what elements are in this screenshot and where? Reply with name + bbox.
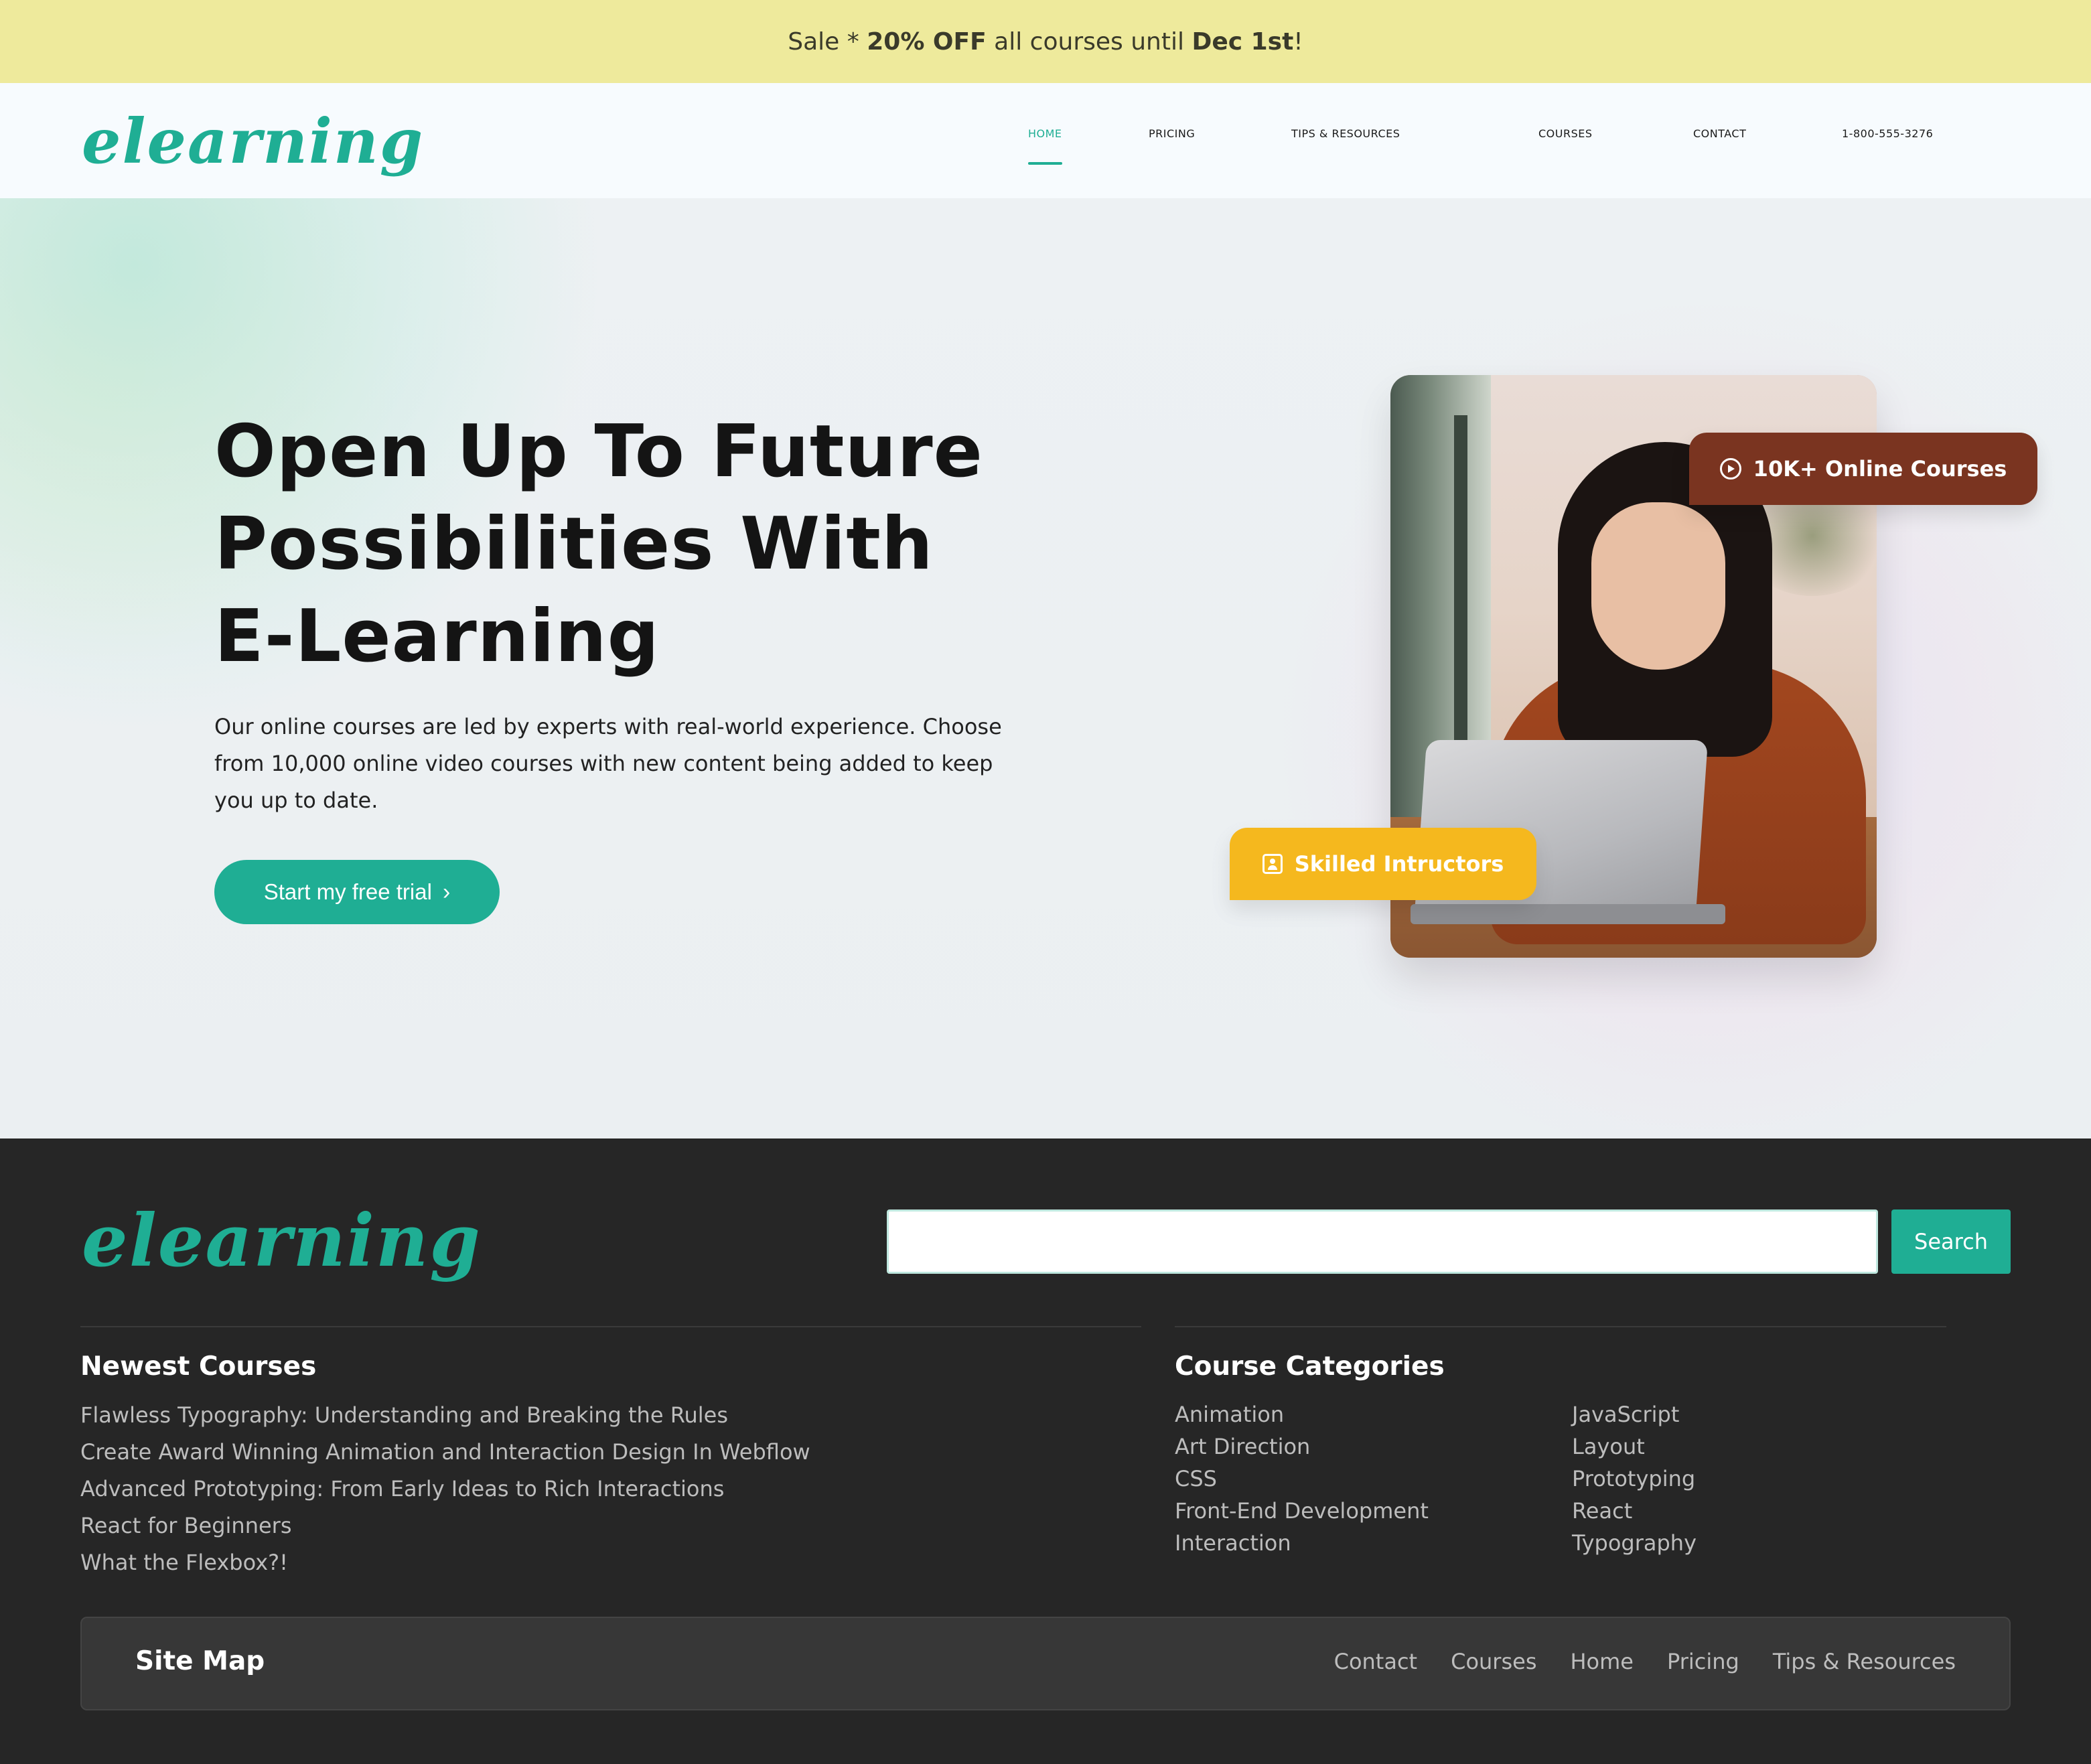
site-map-links: Contact Courses Home Pricing Tips & Reso…: [1334, 1649, 1956, 1674]
category-link[interactable]: JavaScript: [1572, 1398, 1697, 1430]
nav-tips-resources[interactable]: TIPS & RESOURCES: [1291, 127, 1400, 140]
online-courses-badge: 10K+ Online Courses: [1689, 433, 2037, 505]
start-free-trial-button[interactable]: Start my free trial ›: [214, 860, 500, 924]
course-link[interactable]: What the Flexbox?!: [80, 1544, 810, 1581]
site-footer: elearning Search Newest Courses Flawless…: [0, 1138, 2091, 1764]
hero-section: Open Up To Future Possibilities With E-L…: [0, 198, 2091, 1138]
banner-middle: all courses until: [994, 27, 1184, 56]
search-button[interactable]: Search: [1891, 1209, 2011, 1274]
header-logo[interactable]: elearning: [82, 104, 424, 178]
categories-list: JavaScript Layout Prototyping React Typo…: [1572, 1398, 1697, 1559]
search-input[interactable]: [887, 1209, 1878, 1274]
nav-contact[interactable]: CONTACT: [1693, 127, 1746, 140]
site-header: elearning HOME PRICING TIPS & RESOURCES …: [0, 83, 2091, 198]
photo-laptop-base: [1411, 904, 1725, 924]
banner-discount: 20% OFF: [867, 27, 987, 56]
nav-home-label: HOME: [1028, 127, 1062, 140]
sitemap-link-home[interactable]: Home: [1570, 1649, 1634, 1674]
nav-active-underline: [1028, 162, 1062, 165]
category-link[interactable]: Animation: [1175, 1398, 1429, 1430]
categories-list: Animation Art Direction CSS Front-End De…: [1175, 1398, 1429, 1559]
photo-window-frame: [1454, 415, 1467, 790]
hero-title: Open Up To Future Possibilities With E-L…: [214, 406, 1018, 683]
hero-title-line: E-Learning: [214, 595, 660, 678]
site-map-title: Site Map: [135, 1646, 265, 1676]
category-link[interactable]: CSS: [1175, 1463, 1429, 1495]
category-link[interactable]: React: [1572, 1495, 1697, 1527]
nav-home[interactable]: HOME: [1028, 127, 1062, 165]
category-link[interactable]: Art Direction: [1175, 1430, 1429, 1463]
newest-courses-list: Flawless Typography: Understanding and B…: [80, 1397, 810, 1581]
instructor-icon: [1262, 854, 1283, 874]
sale-banner: Sale * 20% OFF all courses until Dec 1st…: [0, 0, 2091, 83]
banner-prefix: Sale *: [788, 27, 859, 56]
course-link[interactable]: Flawless Typography: Understanding and B…: [80, 1397, 810, 1434]
course-link[interactable]: React for Beginners: [80, 1508, 810, 1544]
course-link[interactable]: Advanced Prototyping: From Early Ideas t…: [80, 1471, 810, 1508]
online-courses-label: 10K+ Online Courses: [1753, 456, 2007, 482]
hero-title-line: Open Up To Future: [214, 410, 983, 494]
course-categories-title: Course Categories: [1175, 1351, 1445, 1382]
play-circle-icon: [1719, 458, 1741, 480]
category-link[interactable]: Front-End Development: [1175, 1495, 1429, 1527]
sitemap-link-tips-resources[interactable]: Tips & Resources: [1773, 1649, 1956, 1674]
newest-courses-title: Newest Courses: [80, 1351, 317, 1382]
cta-label: Start my free trial: [263, 879, 432, 904]
site-map-bar: Site Map Contact Courses Home Pricing Ti…: [80, 1617, 2011, 1710]
category-link[interactable]: Typography: [1572, 1527, 1697, 1559]
footer-divider: [80, 1326, 1141, 1327]
banner-date: Dec 1st: [1192, 27, 1294, 56]
course-link[interactable]: Create Award Winning Animation and Inter…: [80, 1434, 810, 1471]
category-link[interactable]: Prototyping: [1572, 1463, 1697, 1495]
sitemap-link-pricing[interactable]: Pricing: [1667, 1649, 1739, 1674]
sitemap-link-courses[interactable]: Courses: [1451, 1649, 1536, 1674]
sitemap-link-contact[interactable]: Contact: [1334, 1649, 1418, 1674]
skilled-instructors-label: Skilled Intructors: [1294, 851, 1504, 877]
chevron-right-icon: ›: [442, 879, 451, 905]
hero-description: Our online courses are led by experts wi…: [214, 714, 1002, 813]
nav-pricing[interactable]: PRICING: [1149, 127, 1195, 140]
skilled-instructors-badge: Skilled Intructors: [1230, 828, 1536, 900]
category-link[interactable]: Layout: [1572, 1430, 1697, 1463]
photo-face: [1591, 502, 1725, 670]
nav-courses[interactable]: COURSES: [1538, 127, 1593, 140]
nav-phone[interactable]: 1-800-555-3276: [1842, 127, 1933, 140]
footer-logo[interactable]: elearning: [82, 1197, 482, 1284]
banner-suffix: !: [1293, 27, 1303, 56]
footer-divider: [1175, 1326, 1946, 1327]
category-link[interactable]: Interaction: [1175, 1527, 1429, 1559]
hero-title-line: Possibilities With: [214, 502, 934, 586]
